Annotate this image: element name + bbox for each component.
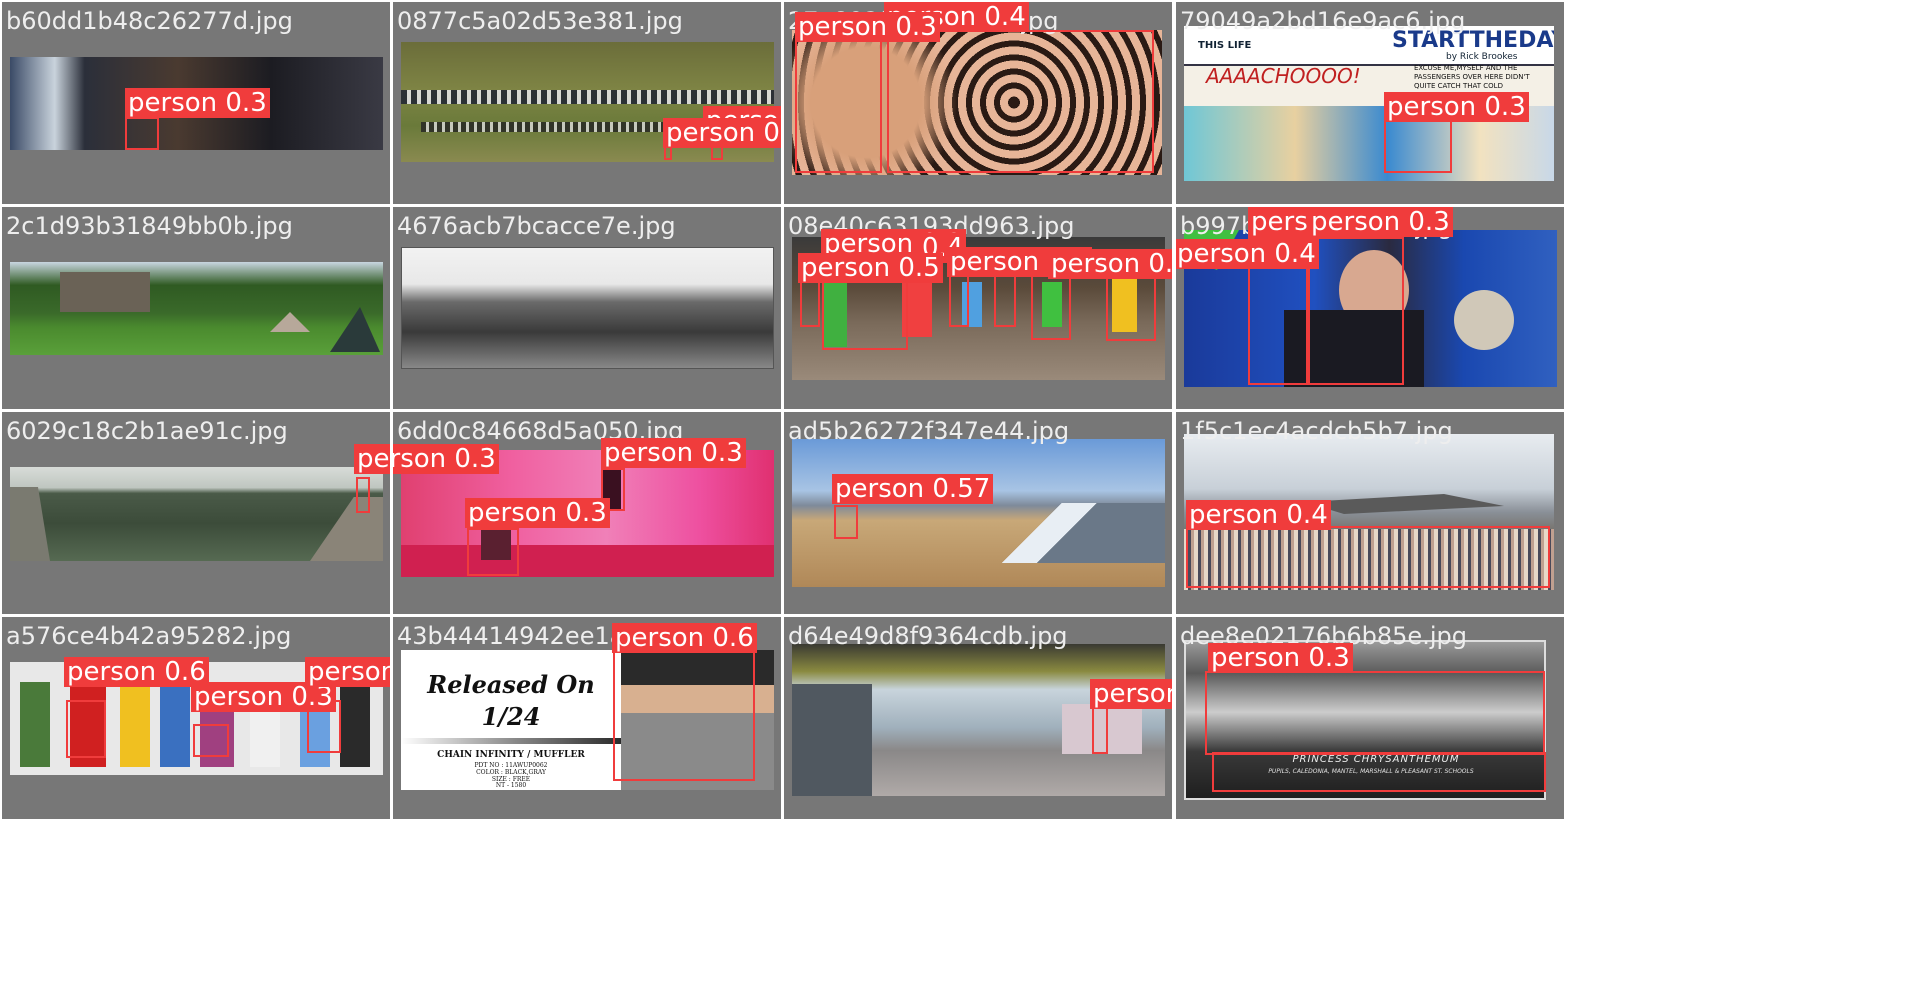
ad-spec-4: NT - 1580 — [495, 782, 527, 789]
ad-spec-1: PDT NO : 11AWUP0062 — [474, 762, 548, 769]
detection-label: person 0.3 — [601, 438, 746, 468]
comic-header: THIS LIFE — [1198, 40, 1252, 51]
tile-11: ad5b26272f347e44.jpg person 0.57 — [784, 412, 1172, 614]
detection-grid: b60dd1b48c26277d.jpg person 0.3 0877c5a0… — [0, 0, 1920, 1008]
filename: 6029c18c2b1ae91c.jpg — [6, 417, 288, 445]
filename: 0877c5a02d53e381.jpg — [397, 7, 683, 35]
detection-box — [1212, 752, 1546, 792]
detection-label: person 0.4 — [1186, 500, 1331, 530]
ad-headline: Released On — [427, 670, 595, 699]
filename: 79049a2bd16e9ac6.jpg — [1180, 7, 1466, 35]
filename: d64e49d8f9364cdb.jpg — [788, 622, 1068, 650]
detection-box — [1308, 237, 1404, 385]
detection-box — [1092, 707, 1108, 754]
tile-12: 1f5c1ec4acdcb5b7.jpg person 0.4 — [1176, 412, 1564, 614]
detection-label: person 0.3 — [305, 657, 390, 687]
detection-label: person 0.4 — [1176, 239, 1319, 269]
detection-box — [66, 700, 106, 758]
tile-9: 6029c18c2b1ae91c.jpg person 0.3 — [2, 412, 390, 614]
ad-spec-2: COLOR : BLACK,GRAY — [476, 769, 546, 776]
detection-box — [193, 724, 229, 757]
detection-label: person 0.5 — [798, 253, 943, 283]
detection-box — [887, 30, 1154, 173]
tile-10: 6dd0c84668d5a050.jpg person 0.3 person 0… — [393, 412, 781, 614]
tile-3: 27e892fa93b2cd1f.jpg person 0.4 person 0… — [784, 2, 1172, 204]
filename: 1f5c1ec4acdcb5b7.jpg — [1180, 417, 1453, 445]
detection-label: person 0.3 — [1048, 249, 1172, 279]
detection-label: person 0.3 — [663, 118, 781, 148]
detection-label: person 0.3 — [393, 444, 499, 474]
detection-label: person 0.57 — [832, 474, 994, 504]
detection-label: person 0.3 — [1308, 207, 1453, 237]
campsite-image — [10, 262, 383, 355]
tile-1: b60dd1b48c26277d.jpg person 0.3 — [2, 2, 390, 204]
detection-box — [834, 505, 858, 539]
detection-box — [1205, 671, 1545, 755]
detection-label: person 0.3 — [1208, 643, 1353, 673]
historic-crowd-panorama-image — [401, 247, 774, 369]
ad-product: CHAIN INFINITY / MUFFLER — [437, 750, 585, 760]
detection-label: person 0.3 — [125, 88, 270, 118]
detection-label: person 0.3 — [465, 498, 610, 528]
detection-label: person 0.3 — [795, 12, 940, 42]
filename: 2c1d93b31849bb0b.jpg — [6, 212, 293, 240]
detection-box — [795, 30, 882, 173]
detection-label: person 0.3 — [1384, 92, 1529, 122]
detection-box — [1186, 526, 1550, 588]
filename: b60dd1b48c26277d.jpg — [6, 7, 293, 35]
tile-15: d64e49d8f9364cdb.jpg person 0.3 — [784, 617, 1172, 819]
filename: a576ce4b42a95282.jpg — [6, 622, 292, 650]
filename: 4676acb7bcacce7e.jpg — [397, 212, 676, 240]
detection-box — [467, 528, 519, 576]
tile-7: 08e40c63193dd963.jpg person 0.3 0.4 pers… — [784, 207, 1172, 409]
comic-byline: by Rick Brookes — [1446, 52, 1518, 62]
tile-14: 43b44414942ee1a7.jpg Released On 1/24 CH… — [393, 617, 781, 819]
detection-label: person 0.6 — [64, 657, 209, 687]
tile-2: 0877c5a02d53e381.jpg person 0.3 person 0… — [393, 2, 781, 204]
detection-label: person 0.3 — [1090, 679, 1172, 709]
tile-8: b997b4c3d89f2fa1.jpg person 0.4 person 0… — [1176, 207, 1564, 409]
tile-5: 2c1d93b31849bb0b.jpg — [2, 207, 390, 409]
terminal-hall-image — [792, 644, 1165, 796]
filename: ad5b26272f347e44.jpg — [788, 417, 1070, 445]
tile-6: 4676acb7bcacce7e.jpg — [393, 207, 781, 409]
detection-box — [125, 117, 159, 150]
comic-bubble: EXCUSE ME,MYSELF AND THE PASSENGERS OVER… — [1414, 64, 1530, 90]
tile-16: dee8e02176b6b85e.jpg PRINCESS CHRYSANTHE… — [1176, 617, 1564, 819]
ad-date: 1/24 — [481, 702, 541, 731]
detection-box — [613, 650, 755, 781]
detection-box — [356, 477, 370, 513]
detection-label: person 0.3 — [354, 444, 390, 474]
harbor-water-image — [10, 467, 383, 561]
comic-shout: AAAACHOOOO! — [1206, 64, 1361, 88]
tile-4: 79049a2bd16e9ac6.jpg THIS LIFE STARTTHED… — [1176, 2, 1564, 204]
detection-label: person 0.6 — [612, 623, 757, 653]
tile-13: a576ce4b42a95282.jpg person 0.6 person 0… — [2, 617, 390, 819]
